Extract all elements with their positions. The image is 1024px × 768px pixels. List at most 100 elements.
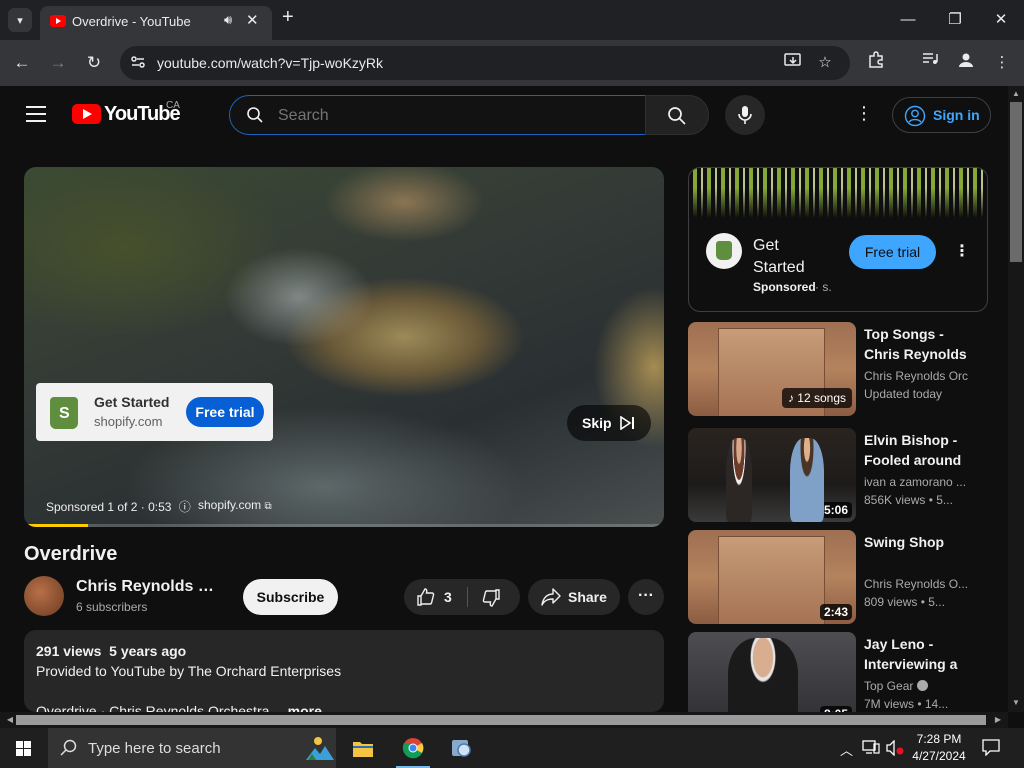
ad-more-icon[interactable]: ⋮ bbox=[954, 241, 970, 261]
sign-in-button[interactable]: Sign in bbox=[892, 97, 991, 133]
vertical-scrollbar[interactable]: ▲ ▼ bbox=[1008, 86, 1024, 712]
music-note-icon: ♪ bbox=[787, 391, 798, 405]
scroll-up-icon[interactable]: ▲ bbox=[1008, 89, 1024, 98]
chrome-icon[interactable] bbox=[390, 728, 436, 768]
notifications-icon[interactable] bbox=[982, 738, 1002, 757]
close-window-button[interactable]: ✕ bbox=[978, 6, 1024, 34]
forward-icon[interactable]: → bbox=[46, 51, 70, 75]
youtube-logo-icon[interactable] bbox=[72, 104, 101, 124]
address-bar[interactable]: youtube.com/watch?v=Tjp-woKzyRk ☆ bbox=[120, 46, 850, 80]
browser-tab-bar: ▾ Overdrive - YouTube 🔊︎ ✕ + — ❐ ✕ bbox=[0, 0, 1024, 40]
search-button-icon bbox=[668, 107, 686, 125]
media-controls-icon[interactable] bbox=[918, 51, 942, 75]
speaker-icon[interactable]: 🔊︎ bbox=[224, 12, 232, 28]
show-more-link[interactable]: ...more bbox=[276, 703, 322, 712]
recommendation-meta: Updated today bbox=[864, 387, 943, 401]
video-thumbnail[interactable]: ♪ 12 songs bbox=[688, 322, 856, 416]
taskbar-search-icon bbox=[60, 739, 77, 756]
badge-text: 12 songs bbox=[797, 391, 846, 405]
sidebar-ad-title: Get Started bbox=[753, 237, 805, 276]
voice-search-button[interactable] bbox=[725, 95, 765, 135]
back-icon[interactable]: ← bbox=[10, 51, 34, 75]
start-button[interactable] bbox=[0, 728, 48, 768]
minimize-button[interactable]: — bbox=[885, 6, 931, 34]
video-title: Overdrive bbox=[24, 543, 118, 565]
profile-icon[interactable] bbox=[954, 51, 978, 75]
badge-text: 5:06 bbox=[823, 503, 848, 517]
browser-tab[interactable]: Overdrive - YouTube 🔊︎ ✕ bbox=[40, 6, 272, 40]
search-box[interactable] bbox=[229, 95, 646, 135]
sidebar-free-trial-button[interactable]: Free trial bbox=[849, 235, 936, 269]
more-actions-icon[interactable]: ··· bbox=[628, 579, 664, 615]
system-clock[interactable]: 7:28 PM 4/27/2024 bbox=[906, 731, 972, 765]
subscribe-button[interactable]: Subscribe bbox=[243, 579, 338, 615]
video-frame bbox=[224, 247, 374, 347]
recommendation-title[interactable]: Top Songs - Chris Reynolds Orchestra bbox=[864, 324, 976, 364]
sidebar-ad[interactable]: Get Started Sponsored · s. Free trial ⋮ bbox=[688, 167, 988, 312]
ad-overlay-card[interactable]: Get Started shopify.com Free trial bbox=[36, 383, 273, 441]
recommendation-channel[interactable]: Chris Reynolds O... bbox=[864, 577, 976, 591]
recommendation-item[interactable]: ♪ 12 songs Top Songs - Chris Reynolds Orc… bbox=[688, 322, 988, 416]
menu-icon[interactable] bbox=[26, 106, 46, 122]
scroll-down-icon[interactable]: ▼ bbox=[1008, 698, 1024, 707]
recommendation-title[interactable]: Swing Shop bbox=[864, 532, 976, 552]
extensions-icon[interactable] bbox=[864, 51, 888, 75]
install-app-icon[interactable] bbox=[782, 53, 804, 73]
taskbar-search[interactable]: Type here to search bbox=[48, 728, 336, 768]
show-hidden-icons-icon[interactable]: ︿ bbox=[840, 740, 853, 759]
clock-date: 4/27/2024 bbox=[912, 749, 966, 763]
site-info-icon[interactable] bbox=[130, 54, 148, 72]
info-icon[interactable]: ⓘ bbox=[179, 500, 191, 514]
recommendation-item[interactable]: 2:43 Swing Shop Chris Reynolds O... 809 vie… bbox=[688, 530, 988, 624]
recommendation-title[interactable]: Jay Leno - Interviewing a Star bbox=[864, 634, 976, 674]
dislike-icon[interactable] bbox=[481, 588, 501, 608]
skip-ad-button[interactable]: Skip bbox=[567, 405, 651, 441]
reload-icon[interactable]: ↻ bbox=[82, 51, 106, 75]
scroll-right-icon[interactable]: ▶ bbox=[990, 715, 1006, 724]
sponsored-text: Sponsored 1 of 2 · 0:53 bbox=[46, 500, 172, 514]
subscriber-count: 6 subscribers bbox=[76, 600, 148, 614]
shopify-logo-icon bbox=[706, 233, 742, 269]
app-icon[interactable] bbox=[438, 728, 484, 768]
video-player[interactable]: Get Started shopify.com Free trial Skip … bbox=[24, 167, 664, 527]
video-thumbnail[interactable]: 2:43 bbox=[688, 530, 856, 624]
horizontal-scrollbar[interactable]: ◀ ▶ bbox=[0, 712, 1008, 728]
channel-avatar[interactable] bbox=[24, 576, 64, 616]
settings-more-icon[interactable]: ⋮ bbox=[852, 103, 876, 127]
bookmark-star-icon[interactable]: ☆ bbox=[814, 53, 836, 73]
recommendation-channel[interactable]: Top Gear bbox=[864, 679, 976, 693]
browser-menu-icon[interactable]: ⋮ bbox=[990, 51, 1014, 75]
recommendation-channel[interactable]: Chris Reynolds Orc bbox=[864, 369, 976, 383]
video-thumbnail[interactable]: 5:06 bbox=[688, 428, 856, 522]
share-button[interactable]: Share bbox=[528, 579, 620, 615]
vertical-scroll-thumb[interactable] bbox=[1010, 102, 1022, 262]
channel-name[interactable]: Chris Reynolds Orchestra bbox=[76, 578, 226, 596]
description-box[interactable]: 291 views 5 years ago Provided to YouTub… bbox=[24, 630, 664, 712]
ad-free-trial-button[interactable]: Free trial bbox=[186, 397, 264, 427]
search-icon bbox=[246, 106, 264, 124]
new-tab-icon[interactable]: + bbox=[282, 6, 294, 29]
channel-name-text: Chris Reynolds O... bbox=[864, 577, 969, 591]
horizontal-scroll-thumb[interactable] bbox=[16, 715, 986, 725]
url-text: youtube.com/watch?v=Tjp-woKzyRk bbox=[157, 55, 384, 71]
ad-progress-bar[interactable] bbox=[24, 524, 664, 527]
ad-domain: shopify.com bbox=[94, 414, 163, 429]
like-icon[interactable] bbox=[416, 587, 436, 607]
youtube-header: YouTube CA ⋮ Sign in bbox=[0, 86, 1008, 142]
recommendation-title[interactable]: Elvin Bishop - Fooled around and fell in… bbox=[864, 430, 976, 470]
search-button[interactable] bbox=[645, 95, 709, 135]
restore-button[interactable]: ❐ bbox=[932, 6, 978, 34]
file-explorer-icon[interactable] bbox=[340, 728, 386, 768]
like-dislike-group: 3 bbox=[404, 579, 520, 615]
tab-search-dropdown-icon[interactable]: ▾ bbox=[8, 8, 32, 32]
recommendation-channel[interactable]: ivan a zamorano ... bbox=[864, 475, 976, 489]
volume-muted-icon[interactable] bbox=[886, 739, 904, 759]
network-icon[interactable] bbox=[862, 740, 880, 757]
recommendation-meta: 7M views • 14... bbox=[864, 697, 949, 711]
search-highlight-icon bbox=[306, 737, 334, 760]
close-tab-icon[interactable]: ✕ bbox=[246, 11, 259, 29]
search-input[interactable] bbox=[278, 105, 608, 127]
recommendation-item[interactable]: 5:06 Elvin Bishop - Fooled around and fel… bbox=[688, 428, 988, 522]
sponsored-suffix: · s. bbox=[815, 280, 832, 294]
sponsored-domain-link[interactable]: shopify.com ⧉ bbox=[198, 498, 272, 512]
